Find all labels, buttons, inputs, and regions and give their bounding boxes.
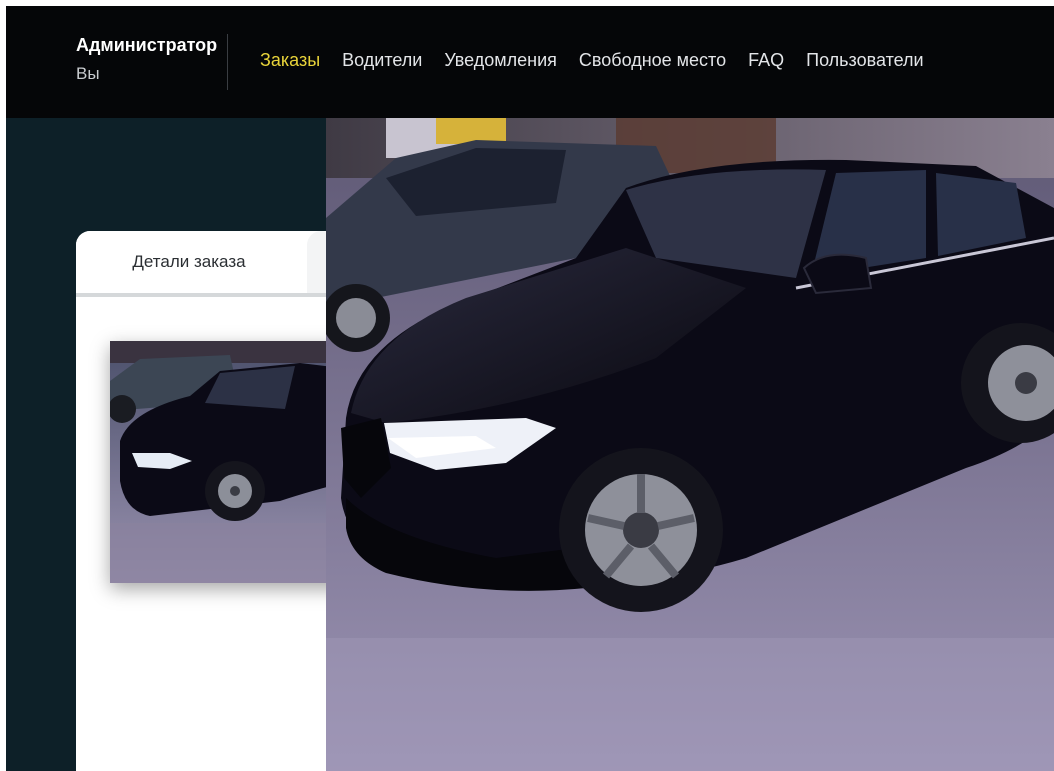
- current-user-block: Администратор Вы: [76, 34, 229, 90]
- thumbnail-image: [110, 341, 350, 583]
- app-frame: Администратор Вы Заказы Водители Уведомл…: [6, 6, 1054, 771]
- nav-item-users[interactable]: Пользователи: [806, 48, 923, 72]
- main-nav: Заказы Водители Уведомления Свободное ме…: [260, 48, 924, 72]
- nav-item-faq[interactable]: FAQ: [748, 48, 784, 72]
- nav-item-orders[interactable]: Заказы: [260, 48, 320, 72]
- user-role: Вы: [76, 64, 100, 83]
- car-photo-image: [326, 118, 1054, 771]
- car-photo-thumbnail[interactable]: [110, 341, 350, 583]
- nav-item-drivers[interactable]: Водители: [342, 48, 422, 72]
- nav-item-free-space[interactable]: Свободное место: [579, 48, 726, 72]
- car-photo-viewer[interactable]: [326, 118, 1054, 771]
- top-navigation-bar: Администратор Вы Заказы Водители Уведомл…: [6, 6, 1054, 118]
- tab-order-details[interactable]: Детали заказа: [76, 231, 302, 293]
- nav-item-notifications[interactable]: Уведомления: [444, 48, 557, 72]
- user-name: Администратор: [76, 35, 218, 55]
